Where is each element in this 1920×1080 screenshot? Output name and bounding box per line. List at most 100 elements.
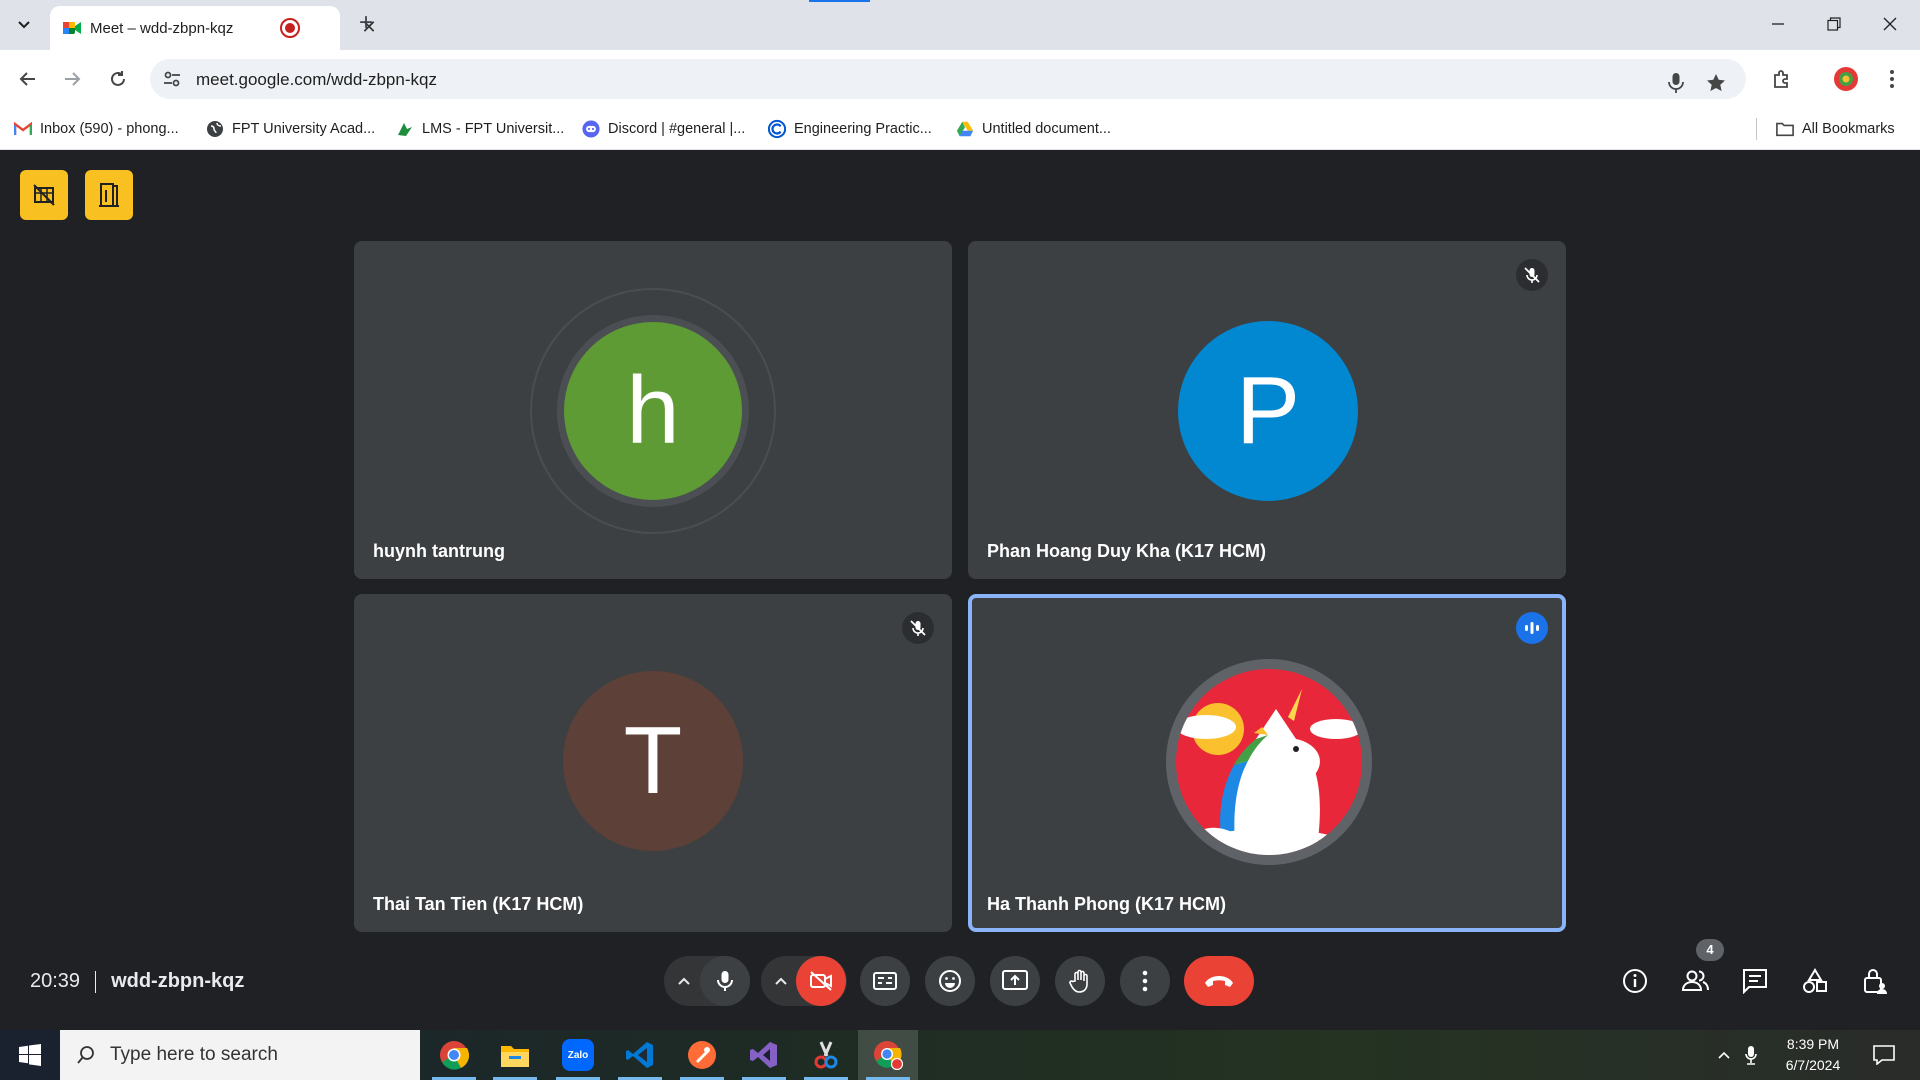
host-controls-button[interactable] (1854, 960, 1896, 1002)
present-screen-button[interactable] (990, 956, 1040, 1006)
taskbar-visual-studio[interactable] (734, 1030, 794, 1080)
chat-icon (1743, 969, 1767, 994)
browser-tab-meet[interactable]: Meet – wdd-zbpn-kqz ✕ (50, 6, 377, 50)
puzzle-icon (1774, 70, 1788, 88)
bookmark-untitled-doc[interactable]: Untitled document... (956, 117, 1111, 141)
minimize-icon (1772, 23, 1784, 25)
bookmark-inbox[interactable]: Inbox (590) - phong... (14, 117, 179, 141)
camera-button[interactable] (796, 956, 846, 1006)
reload-button[interactable] (102, 63, 134, 95)
participant-tile[interactable]: T Thai Tan Tien (K17 HCM) (354, 594, 952, 932)
start-button[interactable] (0, 1030, 60, 1080)
meeting-details: 20:39 wdd-zbpn-kqz (30, 970, 244, 993)
raise-hand-button[interactable] (1055, 956, 1105, 1006)
mic-icon (717, 971, 733, 991)
companion-mode-button[interactable] (85, 170, 133, 220)
activities-button[interactable] (1794, 960, 1836, 1002)
bookmark-engineering[interactable]: Engineering Practic... (768, 117, 932, 141)
postman-icon (688, 1041, 716, 1069)
bookmarks-bar: Inbox (590) - phong... FPT University Ac… (0, 108, 1920, 150)
minimize-button[interactable] (1758, 8, 1798, 40)
participant-tile-active[interactable]: Ha Thanh Phong (K17 HCM) (968, 594, 1566, 932)
bookmark-label: Untitled document... (982, 121, 1111, 137)
meet-control-bar: 20:39 wdd-zbpn-kqz 4 (0, 930, 1920, 1030)
taskbar-clock[interactable]: 8:39 PM 6/7/2024 (1760, 1034, 1866, 1076)
emoji-icon (939, 970, 961, 992)
globe-icon (206, 120, 224, 138)
site-settings-icon[interactable] (162, 69, 182, 89)
restore-button[interactable] (1814, 8, 1854, 40)
windows-logo-icon (19, 1044, 41, 1066)
camera-off-grid-icon (33, 184, 55, 206)
back-button[interactable] (12, 63, 44, 95)
taskbar-chrome[interactable] (424, 1030, 484, 1080)
lock-person-icon (1864, 969, 1887, 994)
speaking-indicator-icon (1516, 612, 1548, 644)
reload-icon (111, 71, 125, 86)
shapes-icon (1803, 968, 1827, 993)
chevron-up-icon (1718, 1051, 1730, 1059)
new-tab-button[interactable]: + (352, 10, 380, 38)
hidden-tiles-button[interactable] (20, 170, 68, 220)
mic-icon (1745, 1046, 1757, 1065)
recording-icon (280, 18, 300, 38)
microphone-tray-icon[interactable] (1740, 1030, 1762, 1080)
taskbar-search[interactable]: Type here to search (60, 1030, 420, 1080)
captions-button[interactable] (860, 956, 910, 1006)
url-text[interactable]: meet.google.com/wdd-zbpn-kqz (196, 70, 437, 90)
meeting-code: wdd-zbpn-kqz (111, 970, 245, 992)
restore-icon (1827, 17, 1841, 31)
all-bookmarks-button[interactable]: All Bookmarks (1776, 117, 1895, 141)
lms-icon (396, 120, 414, 138)
bookmark-star-icon[interactable] (1704, 71, 1728, 95)
extensions-button[interactable] (1766, 63, 1798, 95)
participant-tile[interactable]: h huynh tantrung (354, 241, 952, 579)
participant-avatar: T (563, 671, 743, 851)
video-off-icon (810, 971, 832, 991)
bookmark-label: Discord | #general |... (608, 121, 746, 137)
mic-in-use-icon[interactable] (1664, 71, 1688, 95)
door-icon (99, 183, 119, 207)
close-icon (1883, 17, 1897, 31)
video-options-button[interactable] (763, 956, 799, 1006)
search-icon (77, 1046, 94, 1064)
participant-avatar: P (1178, 321, 1358, 501)
chrome-profile-icon (874, 1041, 903, 1070)
taskbar-snipping-tool[interactable] (796, 1030, 856, 1080)
address-bar[interactable]: meet.google.com/wdd-zbpn-kqz (150, 59, 1746, 99)
taskbar-vscode[interactable] (610, 1030, 670, 1080)
show-hidden-icons-button[interactable] (1712, 1030, 1736, 1080)
snipping-tool-icon (814, 1041, 838, 1069)
forward-button[interactable] (56, 63, 88, 95)
more-options-button[interactable] (1120, 956, 1170, 1006)
chevron-down-icon (18, 21, 30, 29)
bookmark-lms[interactable]: LMS - FPT Universit... (396, 117, 564, 141)
chrome-icon (440, 1041, 469, 1070)
taskbar-postman[interactable] (672, 1030, 732, 1080)
all-bookmarks-label: All Bookmarks (1802, 121, 1895, 137)
browser-menu-button[interactable] (1876, 63, 1908, 95)
tab-search-button[interactable] (10, 11, 38, 39)
close-window-button[interactable] (1870, 8, 1910, 40)
taskbar-file-explorer[interactable] (485, 1030, 545, 1080)
bookmark-label: Engineering Practic... (794, 121, 932, 137)
bookmark-discord[interactable]: Discord | #general |... (582, 117, 745, 141)
taskbar-zalo[interactable]: Zalo (548, 1030, 608, 1080)
browser-toolbar: meet.google.com/wdd-zbpn-kqz (0, 50, 1920, 108)
chat-button[interactable] (1734, 960, 1776, 1002)
microphone-button[interactable] (700, 956, 750, 1006)
leave-call-button[interactable] (1184, 956, 1254, 1006)
people-icon (1681, 970, 1709, 991)
audio-options-button[interactable] (666, 956, 702, 1006)
profile-button[interactable] (1830, 63, 1862, 95)
coursera-icon (768, 119, 786, 139)
reactions-button[interactable] (925, 956, 975, 1006)
mic-off-icon (1516, 259, 1548, 291)
taskbar-chrome-profile[interactable] (858, 1030, 918, 1080)
loading-indicator (809, 0, 870, 2)
meeting-info-button[interactable] (1614, 960, 1656, 1002)
people-button[interactable] (1674, 960, 1716, 1002)
bookmark-fpt-academic[interactable]: FPT University Acad... (206, 117, 375, 141)
notifications-button[interactable] (1864, 1030, 1904, 1080)
participant-tile[interactable]: P Phan Hoang Duy Kha (K17 HCM) (968, 241, 1566, 579)
